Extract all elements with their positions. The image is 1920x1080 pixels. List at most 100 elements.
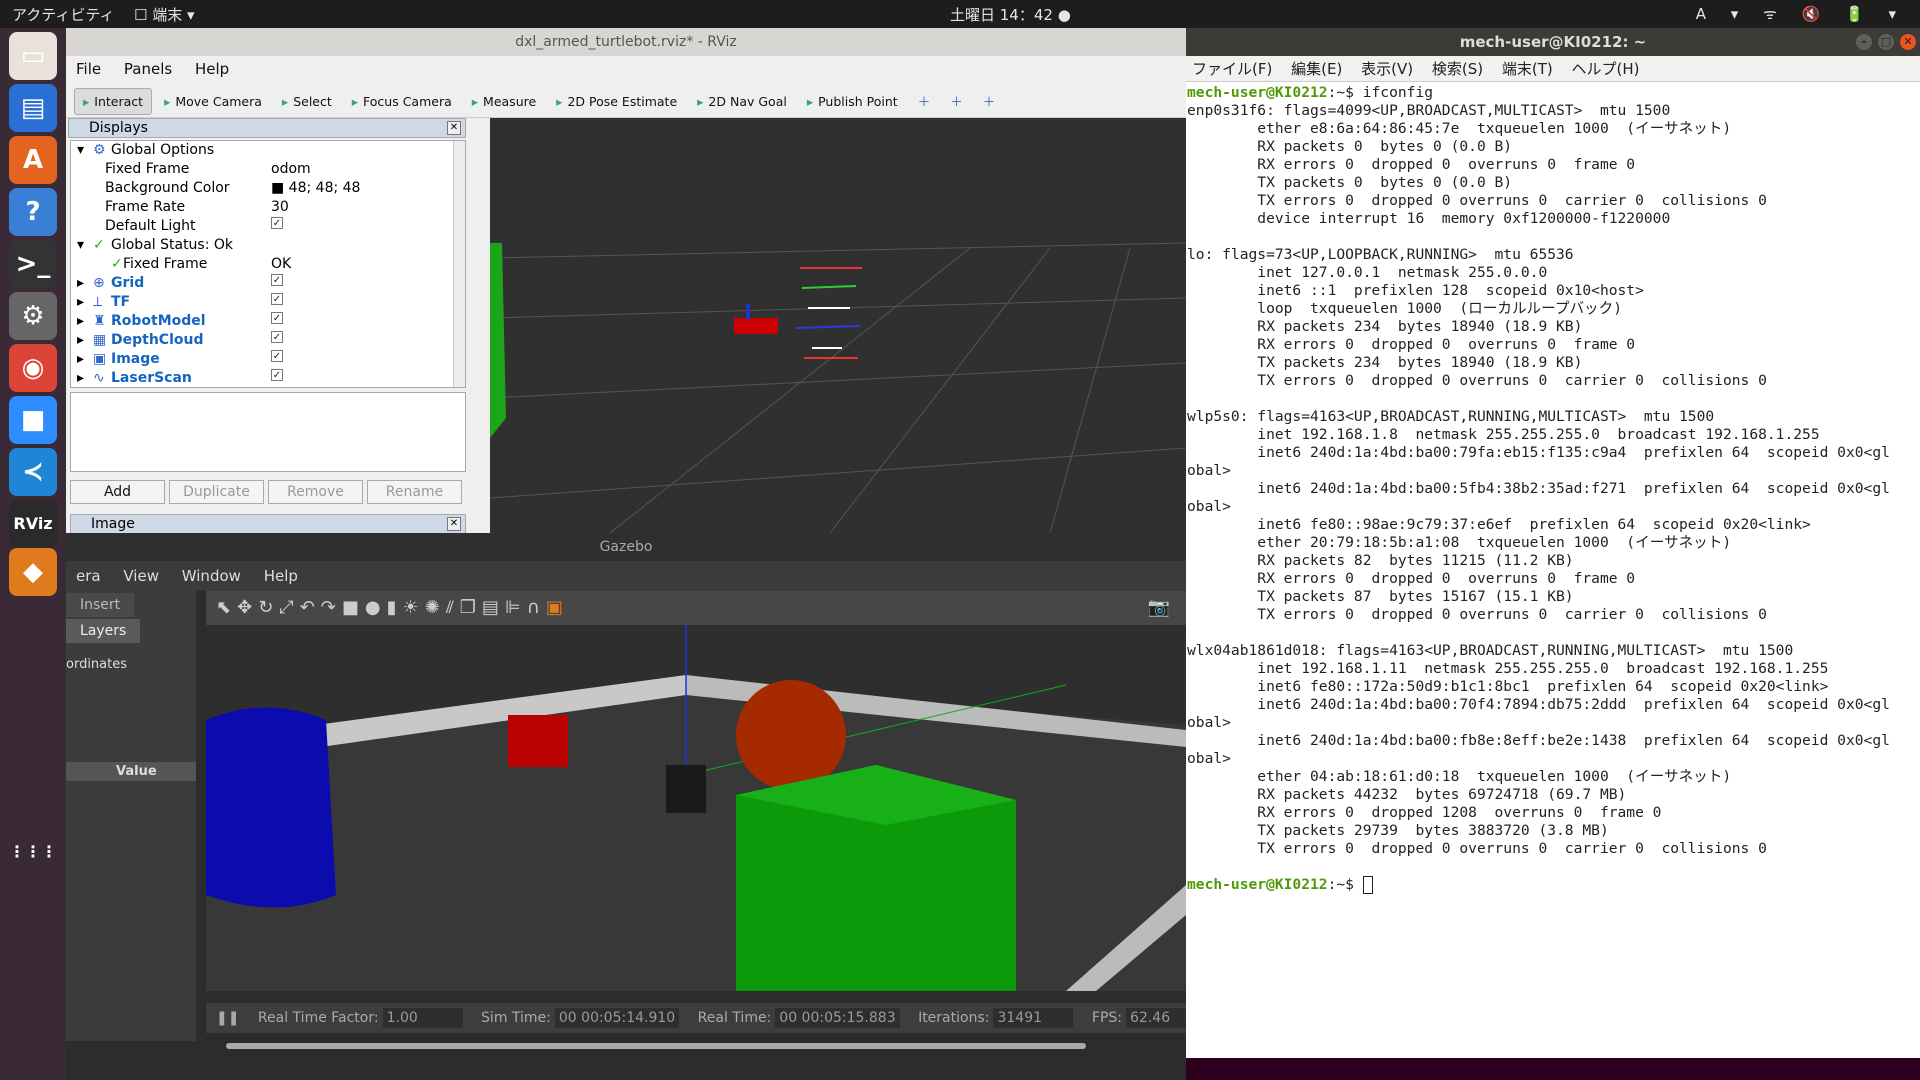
tool-interact[interactable]: ▸ Interact [74, 88, 153, 115]
menu-view[interactable]: 表示(V) [1361, 60, 1413, 78]
tab-insert[interactable]: Insert [66, 593, 135, 617]
clock[interactable]: 土曜日 14：42 ● [950, 4, 1071, 25]
tool-2d-nav-goal[interactable]: ▸ 2D Nav Goal [689, 89, 795, 114]
menu-terminal[interactable]: 端末(T) [1502, 60, 1553, 78]
dir-light-icon[interactable]: ⫽ [446, 597, 460, 618]
tree-row[interactable]: ▾ ⚙ Global Options [71, 141, 465, 160]
gazebo-icon[interactable]: ◆ [9, 548, 57, 596]
copy-icon[interactable]: ❐ [460, 597, 482, 618]
menu-file[interactable]: File [76, 60, 101, 78]
menu-help[interactable]: Help [264, 567, 298, 585]
rename-button[interactable]: Rename [367, 480, 462, 504]
tree-row[interactable]: Fixed Frame odom [71, 160, 465, 179]
menu-search[interactable]: 検索(S) [1432, 60, 1483, 78]
menu-view[interactable]: View [123, 567, 159, 585]
tree-row[interactable]: ▸ ⟂ TF ✓ [71, 293, 465, 312]
box-icon[interactable]: ■ [342, 597, 365, 618]
tree-row[interactable]: Default Light ✓ [71, 217, 465, 236]
expand-arrow-icon[interactable]: ▾ [77, 141, 84, 160]
tree-row[interactable]: ▸ ♜ RobotModel ✓ [71, 312, 465, 331]
add-tool-icon[interactable]: ＋ [910, 86, 939, 115]
tool-publish-point[interactable]: ▸ Publish Point [799, 89, 906, 114]
select-mode-icon[interactable]: ⬉ [216, 597, 237, 618]
remove-tool-icon[interactable]: ＋ [942, 86, 971, 115]
rviz-3d-view[interactable] [490, 118, 1186, 533]
checkbox[interactable]: ✓ [271, 274, 283, 286]
expand-arrow-icon[interactable]: ▾ [77, 236, 84, 255]
tree-row[interactable]: ▸ ⊕ Grid ✓ [71, 274, 465, 293]
expand-arrow-icon[interactable]: ▸ [77, 350, 84, 369]
tool-focus-camera[interactable]: ▸ Focus Camera [344, 89, 460, 114]
expand-arrow-icon[interactable]: ▸ [77, 274, 84, 293]
tab-layers[interactable]: Layers [66, 619, 141, 643]
apps-grid-icon[interactable]: ⋮⋮⋮ [9, 828, 57, 876]
undo-icon[interactable]: ↶ [300, 597, 321, 618]
sphere-icon[interactable]: ● [365, 597, 387, 618]
status-icons[interactable]: A ▾ ᯤ 🔇 🔋 ▾ [1696, 4, 1906, 24]
redo-icon[interactable]: ↷ [321, 597, 342, 618]
checkbox[interactable]: ✓ [271, 217, 283, 229]
view-angle-icon[interactable]: ▣ [546, 597, 569, 618]
screenshot-icon[interactable]: 📷 [1148, 591, 1176, 625]
horizontal-scrollbar[interactable] [226, 1043, 1086, 1049]
app-menu[interactable]: ☐ 端末 ▾ [134, 4, 195, 25]
point-light-icon[interactable]: ☀ [403, 597, 425, 618]
spot-light-icon[interactable]: ✺ [425, 597, 446, 618]
menu-help[interactable]: ヘルプ(H) [1572, 60, 1640, 78]
snap-icon[interactable]: ∩ [527, 597, 546, 618]
tree-row[interactable]: Background Color ■ 48; 48; 48 [71, 179, 465, 198]
duplicate-button[interactable]: Duplicate [169, 480, 264, 504]
tree-scrollbar[interactable] [453, 141, 465, 387]
terminal-output[interactable]: mech-user@KI0212:~$ ifconfig enp0s31f6: … [1186, 82, 1920, 894]
paste-icon[interactable]: ▤ [482, 597, 505, 618]
menu-camera[interactable]: era [76, 567, 101, 585]
tool-move-camera[interactable]: ▸ Move Camera [156, 89, 270, 114]
menu-help[interactable]: Help [195, 60, 229, 78]
expand-arrow-icon[interactable]: ▸ [77, 312, 84, 331]
tree-row[interactable]: ▸ ▣ Image ✓ [71, 350, 465, 369]
expand-arrow-icon[interactable]: ▸ [77, 293, 84, 312]
remove-button[interactable]: Remove [268, 480, 363, 504]
add-button[interactable]: Add [70, 480, 165, 504]
gazebo-3d-view[interactable] [206, 625, 1186, 991]
cylinder-icon[interactable]: ▮ [387, 597, 403, 618]
software-icon[interactable]: A [9, 136, 57, 184]
checkbox[interactable]: ✓ [271, 331, 283, 343]
checkbox[interactable]: ✓ [271, 350, 283, 362]
tool-measure[interactable]: ▸ Measure [464, 89, 544, 114]
tree-row[interactable]: ▸ ∿ LaserScan ✓ [71, 369, 465, 388]
minimize-icon[interactable]: – [1856, 34, 1872, 50]
close-icon[interactable]: ✕ [447, 517, 461, 531]
writer-icon[interactable]: ▤ [9, 84, 57, 132]
view-options-icon[interactable]: ＋ [975, 86, 1004, 115]
maximize-icon[interactable]: □ [1878, 34, 1894, 50]
tree-row[interactable]: ✓ Fixed Frame OK [71, 255, 465, 274]
align-icon[interactable]: ⊫ [505, 597, 527, 618]
vscode-icon[interactable]: ≺ [9, 448, 57, 496]
translate-icon[interactable]: ✥ [237, 597, 258, 618]
checkbox[interactable]: ✓ [271, 312, 283, 324]
scale-icon[interactable]: ⤢ [279, 597, 299, 618]
tree-row[interactable]: Frame Rate 30 [71, 198, 465, 217]
menu-panels[interactable]: Panels [124, 60, 172, 78]
pause-icon[interactable]: ❚❚ [216, 1010, 239, 1026]
terminal-icon[interactable]: >_ [9, 240, 57, 288]
settings-icon[interactable]: ⚙ [9, 292, 57, 340]
menu-edit[interactable]: 編集(E) [1291, 60, 1342, 78]
checkbox[interactable]: ✓ [271, 293, 283, 305]
chrome-icon[interactable]: ◉ [9, 344, 57, 392]
tree-row[interactable]: ▸ ▦ DepthCloud ✓ [71, 331, 465, 350]
rotate-icon[interactable]: ↻ [258, 597, 279, 618]
tool-select[interactable]: ▸ Select [274, 89, 340, 114]
close-icon[interactable]: ✕ [1900, 34, 1916, 50]
close-icon[interactable]: ✕ [447, 121, 461, 135]
menu-window[interactable]: Window [182, 567, 241, 585]
zoom-icon[interactable]: ■ [9, 396, 57, 444]
expand-arrow-icon[interactable]: ▸ [77, 331, 84, 350]
rviz-icon[interactable]: RViz [9, 500, 57, 548]
menu-file[interactable]: ファイル(F) [1192, 60, 1272, 78]
checkbox[interactable]: ✓ [271, 369, 283, 381]
tool-2d-pose-estimate[interactable]: ▸ 2D Pose Estimate [548, 89, 685, 114]
tree-row[interactable]: ▾ ✓ Global Status: Ok [71, 236, 465, 255]
files-icon[interactable]: ▭ [9, 32, 57, 80]
